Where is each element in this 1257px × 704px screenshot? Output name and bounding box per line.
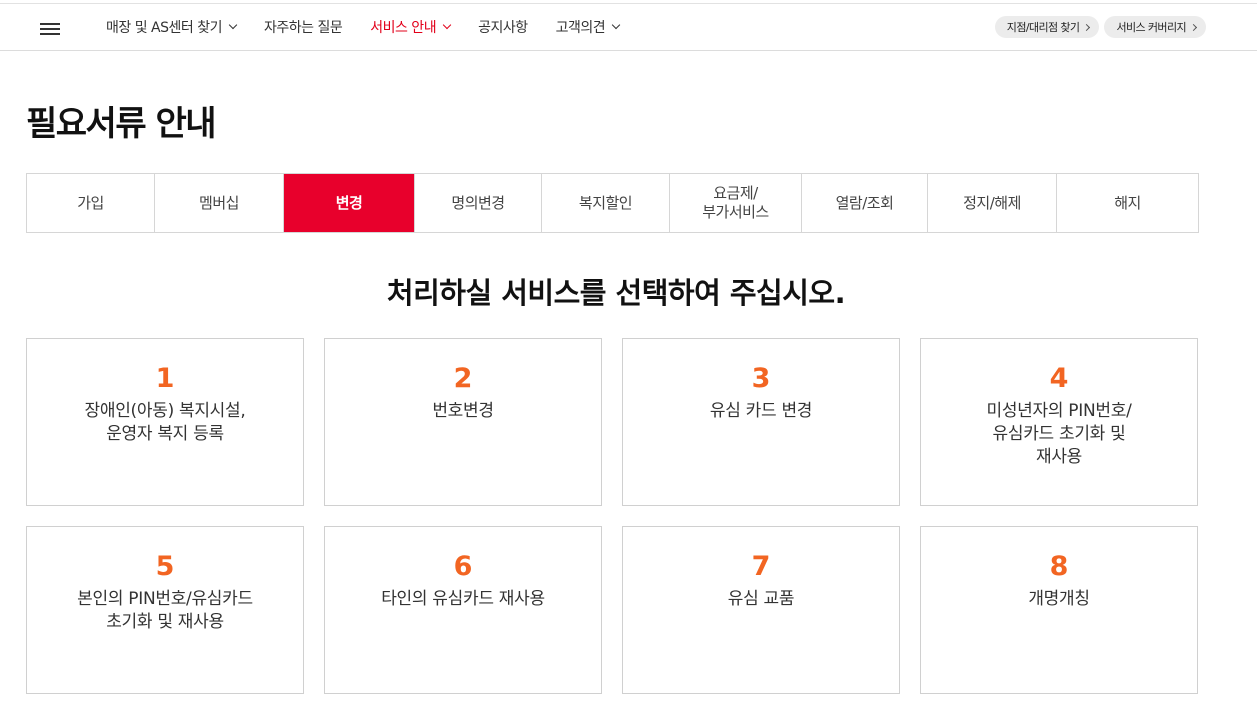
chevron-right-icon — [1189, 23, 1198, 31]
hamburger-menu-icon[interactable] — [40, 23, 60, 35]
chevron-down-icon — [228, 20, 238, 30]
tab-plan-addon[interactable]: 요금제/ 부가서비스 — [670, 174, 802, 232]
tab-welfare-discount[interactable]: 복지할인 — [542, 174, 670, 232]
card-number: 4 — [1049, 363, 1069, 394]
nav-item-service-guide[interactable]: 서비스 안내 — [370, 17, 452, 37]
tab-ownership-change[interactable]: 명의변경 — [415, 174, 542, 232]
card-label: 미성년자의 PIN번호/ 유심카드 초기화 및 재사용 — [986, 401, 1132, 467]
card-number: 1 — [155, 363, 175, 394]
nav-item-store-as-finder[interactable]: 매장 및 AS센터 찾기 — [106, 17, 238, 37]
card-number: 2 — [453, 363, 473, 394]
tab-view-inquiry[interactable]: 열람/조회 — [802, 174, 928, 232]
card-label: 본인의 PIN번호/유심카드 초기화 및 재사용 — [77, 589, 253, 632]
card-label: 개명개칭 — [1028, 589, 1090, 609]
chevron-down-icon — [442, 20, 452, 30]
card-number: 5 — [155, 551, 175, 582]
card-label: 유심 교품 — [727, 589, 795, 609]
service-card-3[interactable]: 3 유심 카드 변경 — [622, 338, 900, 506]
tab-join[interactable]: 가입 — [27, 174, 155, 232]
service-coverage-link[interactable]: 서비스 커버리지 — [1104, 16, 1206, 38]
card-label: 타인의 유심카드 재사용 — [381, 589, 545, 609]
store-finder-link[interactable]: 지점/대리점 찾기 — [994, 16, 1100, 38]
service-card-8[interactable]: 8 개명개칭 — [920, 526, 1198, 694]
nav-item-notice[interactable]: 공지사항 — [478, 17, 528, 37]
service-card-4[interactable]: 4 미성년자의 PIN번호/ 유심카드 초기화 및 재사용 — [920, 338, 1198, 506]
card-number: 8 — [1049, 551, 1069, 582]
service-card-7[interactable]: 7 유심 교품 — [622, 526, 900, 694]
nav-item-faq[interactable]: 자주하는 질문 — [264, 17, 343, 37]
card-number: 7 — [751, 551, 771, 582]
main-nav: 매장 및 AS센터 찾기 자주하는 질문 서비스 안내 공지사항 고객의견 — [106, 17, 647, 37]
card-label: 번호변경 — [432, 401, 494, 421]
service-card-2[interactable]: 2 번호변경 — [324, 338, 602, 506]
chevron-right-icon — [1083, 23, 1091, 31]
header: 매장 및 AS센터 찾기 자주하는 질문 서비스 안내 공지사항 고객의견 지점… — [0, 4, 1257, 51]
card-label: 장애인(아동) 복지시설, 운영자 복지 등록 — [84, 401, 246, 444]
chevron-down-icon — [611, 20, 621, 30]
card-number: 3 — [751, 363, 771, 394]
card-label: 유심 카드 변경 — [709, 401, 813, 421]
service-card-6[interactable]: 6 타인의 유심카드 재사용 — [324, 526, 602, 694]
page-title: 필요서류 안내 — [26, 104, 217, 144]
card-number: 6 — [453, 551, 473, 582]
nav-item-customer-feedback[interactable]: 고객의견 — [556, 17, 621, 37]
tab-change[interactable]: 변경 — [284, 174, 415, 232]
quick-links: 지점/대리점 찾기 서비스 커버리지 — [990, 16, 1206, 38]
tab-membership[interactable]: 멤버십 — [155, 174, 284, 232]
service-card-1[interactable]: 1 장애인(아동) 복지시설, 운영자 복지 등록 — [26, 338, 304, 506]
tab-suspend-resume[interactable]: 정지/해제 — [928, 174, 1057, 232]
tab-cancel[interactable]: 해지 — [1057, 174, 1199, 232]
service-card-5[interactable]: 5 본인의 PIN번호/유심카드 초기화 및 재사용 — [26, 526, 304, 694]
category-tabs: 가입 멤버십 변경 명의변경 복지할인 요금제/ 부가서비스 열람/조회 정지/… — [26, 173, 1199, 233]
section-subtitle: 처리하실 서비스를 선택하여 주십시오. — [386, 276, 846, 310]
